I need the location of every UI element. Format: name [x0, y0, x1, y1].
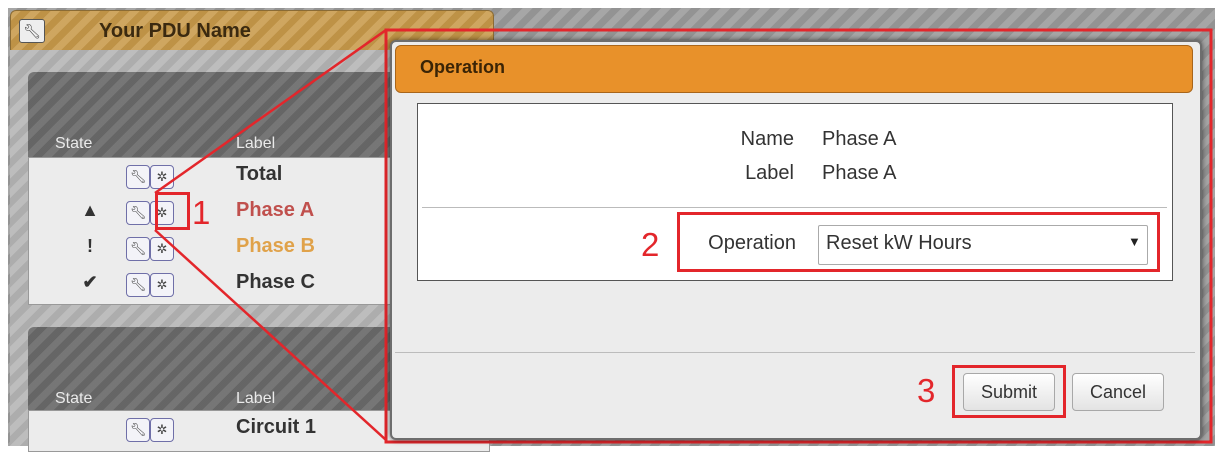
step2-number: 2	[641, 226, 660, 263]
name-value: Phase A	[822, 128, 897, 150]
step3-highlight	[952, 365, 1066, 418]
step2-highlight	[677, 212, 1160, 272]
label-value: Phase A	[822, 162, 897, 184]
step1-number: 1	[192, 194, 211, 231]
step3-number: 3	[917, 372, 936, 409]
label-key: Label	[745, 162, 794, 184]
footer-divider	[395, 352, 1195, 353]
content-divider	[422, 207, 1167, 208]
cancel-button[interactable]: Cancel	[1072, 373, 1164, 411]
callout-line-top	[154, 28, 387, 195]
step1-highlight	[155, 192, 190, 230]
dialog-titlebar	[395, 45, 1193, 93]
dialog-title: Operation	[420, 57, 506, 77]
callout-line-bottom	[154, 229, 387, 441]
name-key: Name	[740, 128, 794, 150]
